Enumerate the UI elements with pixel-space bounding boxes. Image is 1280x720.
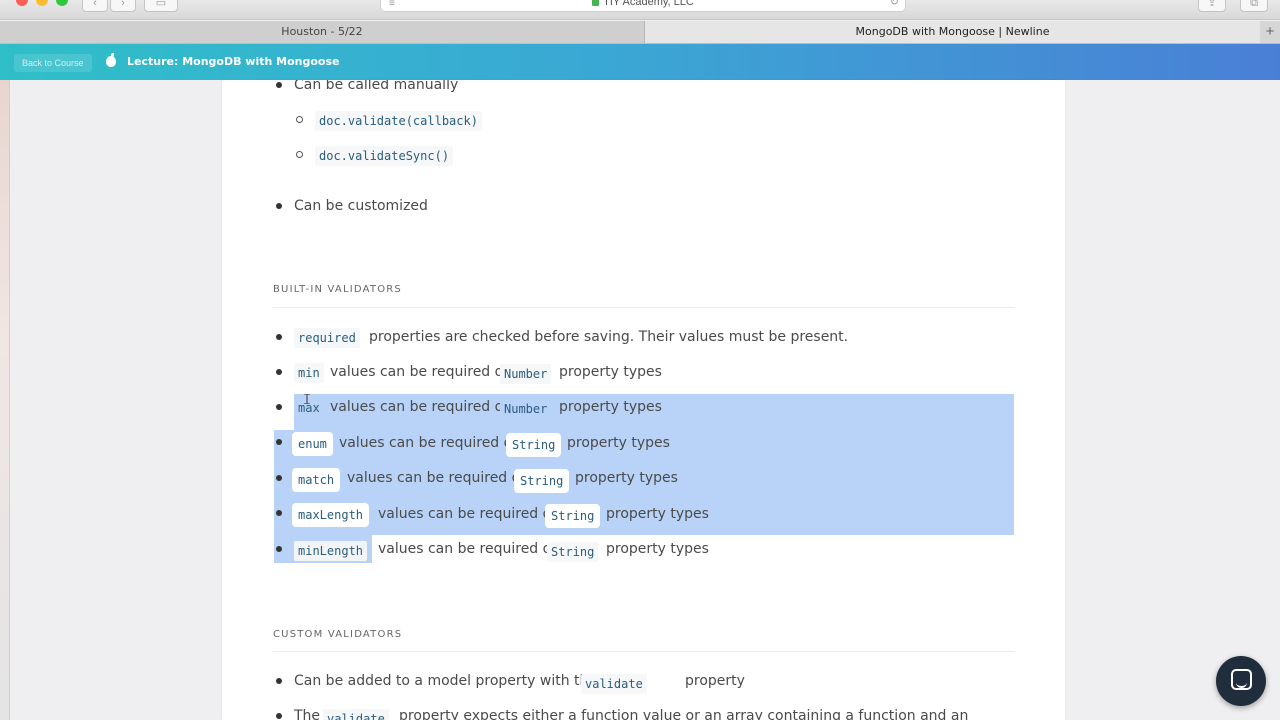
list-item-text: values can be required of: [378, 506, 557, 522]
section-heading-custom: CUSTOM VALIDATORS: [273, 629, 403, 640]
tab-houston[interactable]: Houston - 5/22: [0, 21, 645, 43]
list-item-text: Can be added to a model property with th…: [294, 673, 598, 689]
list-item-text: property types: [606, 541, 709, 557]
code-type: Number: [500, 364, 552, 384]
bullet: [276, 439, 282, 445]
browser-toolbar: ‹ › ▭ ≡ TIY Academy, LLC ↻ ⇪ ⧉: [0, 0, 1280, 20]
code-type: String: [547, 542, 599, 562]
bullet: [276, 334, 282, 340]
forward-arrow-icon[interactable]: ›: [110, 0, 136, 12]
chat-launcher-button[interactable]: [1216, 656, 1266, 706]
bullet: [276, 546, 282, 552]
url-text: TIY Academy, LLC: [603, 0, 694, 8]
code-minlength: minLength: [294, 541, 368, 561]
bullet: [276, 678, 282, 684]
lesson-content: Can be called manually doc.validate(call…: [222, 80, 1065, 720]
bullet: [276, 404, 282, 410]
new-tab-button[interactable]: +: [1260, 21, 1280, 43]
share-icon[interactable]: ⇪: [1198, 0, 1226, 12]
bullet: [276, 369, 282, 375]
list-item-text: Can be customized: [294, 198, 428, 214]
list-item-text: values can be required of: [347, 470, 526, 486]
list-item-text: property: [685, 673, 745, 689]
list-item-text: values can be required of: [330, 399, 509, 415]
bullet: [276, 713, 282, 719]
code-validate-callback: doc.validate(callback): [315, 111, 482, 131]
sub-bullet: [296, 116, 303, 123]
lock-icon: [592, 0, 600, 6]
reload-icon[interactable]: ↻: [890, 0, 899, 11]
list-item-text: The: [294, 708, 321, 720]
apple-icon: [106, 53, 116, 67]
code-validate-sync: doc.validateSync(): [315, 146, 454, 166]
list-item-text: Can be called manually: [294, 80, 459, 93]
back-to-course-button[interactable]: Back to Course: [14, 54, 92, 72]
code-type: String: [513, 469, 570, 493]
text-cursor-icon: [304, 394, 310, 404]
tab-mongodb[interactable]: MongoDB with Mongoose | Newline: [645, 21, 1260, 43]
list-item-text: property types: [559, 364, 662, 380]
list-item-text: property types: [606, 506, 709, 522]
list-item-text: property expects either a function value…: [399, 708, 969, 720]
list-item-text: property types: [559, 399, 662, 415]
section-divider: [273, 307, 1014, 308]
address-bar[interactable]: ≡ TIY Academy, LLC ↻: [380, 0, 906, 12]
list-item-text: property types: [567, 435, 670, 451]
list-item-text: property types: [575, 470, 678, 486]
code-type: Number: [500, 399, 552, 419]
code-type: String: [505, 433, 562, 457]
close-window-button[interactable]: [16, 0, 28, 6]
section-divider: [273, 651, 1014, 652]
list-item-text: values can be required of: [330, 364, 509, 380]
bullet: [276, 82, 282, 88]
lecture-title: Lecture: MongoDB with Mongoose: [127, 55, 340, 68]
code-min: min: [294, 363, 324, 383]
tab-strip: Houston - 5/22 MongoDB with Mongoose | N…: [0, 21, 1280, 44]
code-match: match: [291, 468, 341, 492]
code-validate: validate: [323, 709, 389, 720]
reader-menu-icon[interactable]: ≡: [389, 0, 395, 13]
text-selection: [274, 430, 296, 536]
tabs-overview-icon[interactable]: ⧉: [1240, 0, 1268, 12]
list-item-text: values can be required of: [339, 435, 518, 451]
back-arrow-icon[interactable]: ‹: [82, 0, 108, 12]
sub-bullet: [296, 151, 303, 158]
bullet: [276, 510, 282, 516]
code-maxlength: maxLength: [291, 503, 370, 527]
list-item-text: properties are checked before saving. Th…: [369, 329, 849, 345]
code-type: String: [544, 504, 601, 528]
background-window-edge: [0, 80, 10, 720]
code-enum: enum: [292, 432, 333, 456]
bullet: [276, 203, 282, 209]
code-required: required: [294, 328, 360, 348]
sidebar-toggle-icon[interactable]: ▭: [144, 0, 178, 12]
zoom-window-button[interactable]: [56, 0, 68, 6]
course-header: Back to Course Lecture: MongoDB with Mon…: [0, 44, 1280, 80]
chat-icon: [1231, 669, 1252, 690]
list-item-text: values can be required of: [378, 541, 557, 557]
minimize-window-button[interactable]: [36, 0, 48, 6]
code-validate: validate: [581, 674, 647, 694]
section-heading-builtin: BUILT-IN VALIDATORS: [273, 284, 402, 295]
bullet: [276, 475, 282, 481]
